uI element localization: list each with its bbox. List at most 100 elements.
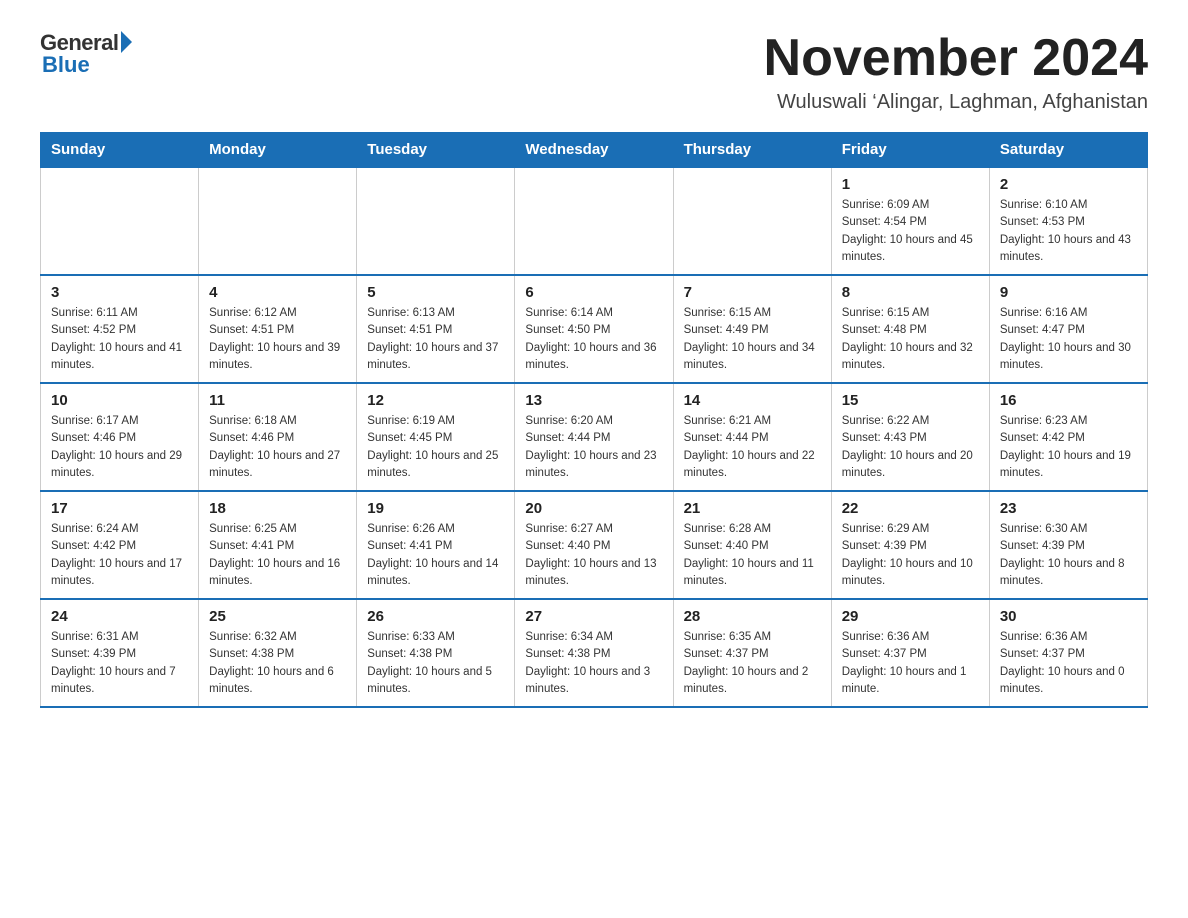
day-number: 27 bbox=[525, 608, 662, 625]
day-number: 29 bbox=[842, 608, 979, 625]
day-detail: Sunrise: 6:11 AM Sunset: 4:52 PM Dayligh… bbox=[51, 305, 188, 374]
day-number: 26 bbox=[367, 608, 504, 625]
column-header-friday: Friday bbox=[831, 133, 989, 168]
calendar-cell: 6 Sunrise: 6:14 AM Sunset: 4:50 PM Daylig… bbox=[515, 275, 673, 383]
day-number: 13 bbox=[525, 392, 662, 409]
calendar-cell: 17 Sunrise: 6:24 AM Sunset: 4:42 PM Dayli… bbox=[41, 491, 199, 599]
calendar-cell: 22 Sunrise: 6:29 AM Sunset: 4:39 PM Dayli… bbox=[831, 491, 989, 599]
calendar-cell bbox=[515, 167, 673, 275]
calendar-cell bbox=[41, 167, 199, 275]
calendar-cell bbox=[673, 167, 831, 275]
day-number: 10 bbox=[51, 392, 188, 409]
day-detail: Sunrise: 6:16 AM Sunset: 4:47 PM Dayligh… bbox=[1000, 305, 1137, 374]
day-number: 20 bbox=[525, 500, 662, 517]
calendar-cell bbox=[357, 167, 515, 275]
day-number: 3 bbox=[51, 284, 188, 301]
day-number: 2 bbox=[1000, 176, 1137, 193]
day-detail: Sunrise: 6:10 AM Sunset: 4:53 PM Dayligh… bbox=[1000, 197, 1137, 266]
day-detail: Sunrise: 6:15 AM Sunset: 4:48 PM Dayligh… bbox=[842, 305, 979, 374]
calendar-cell: 19 Sunrise: 6:26 AM Sunset: 4:41 PM Dayli… bbox=[357, 491, 515, 599]
day-number: 25 bbox=[209, 608, 346, 625]
calendar-title: November 2024 bbox=[764, 30, 1148, 87]
calendar-cell: 28 Sunrise: 6:35 AM Sunset: 4:37 PM Dayli… bbox=[673, 599, 831, 707]
calendar-week-row: 3 Sunrise: 6:11 AM Sunset: 4:52 PM Daylig… bbox=[41, 275, 1148, 383]
column-header-saturday: Saturday bbox=[989, 133, 1147, 168]
calendar-subtitle: Wuluswali ‘Alingar, Laghman, Afghanistan bbox=[764, 91, 1148, 114]
day-number: 4 bbox=[209, 284, 346, 301]
day-detail: Sunrise: 6:28 AM Sunset: 4:40 PM Dayligh… bbox=[684, 521, 821, 590]
calendar-header-row: SundayMondayTuesdayWednesdayThursdayFrid… bbox=[41, 133, 1148, 168]
day-number: 12 bbox=[367, 392, 504, 409]
day-number: 17 bbox=[51, 500, 188, 517]
calendar-week-row: 10 Sunrise: 6:17 AM Sunset: 4:46 PM Dayli… bbox=[41, 383, 1148, 491]
day-detail: Sunrise: 6:27 AM Sunset: 4:40 PM Dayligh… bbox=[525, 521, 662, 590]
day-detail: Sunrise: 6:14 AM Sunset: 4:50 PM Dayligh… bbox=[525, 305, 662, 374]
day-number: 1 bbox=[842, 176, 979, 193]
day-number: 28 bbox=[684, 608, 821, 625]
calendar-cell: 18 Sunrise: 6:25 AM Sunset: 4:41 PM Dayli… bbox=[199, 491, 357, 599]
logo-blue-text: Blue bbox=[42, 52, 90, 78]
day-detail: Sunrise: 6:12 AM Sunset: 4:51 PM Dayligh… bbox=[209, 305, 346, 374]
calendar-cell: 12 Sunrise: 6:19 AM Sunset: 4:45 PM Dayli… bbox=[357, 383, 515, 491]
day-number: 19 bbox=[367, 500, 504, 517]
day-detail: Sunrise: 6:31 AM Sunset: 4:39 PM Dayligh… bbox=[51, 629, 188, 698]
day-detail: Sunrise: 6:36 AM Sunset: 4:37 PM Dayligh… bbox=[842, 629, 979, 698]
day-number: 14 bbox=[684, 392, 821, 409]
day-number: 22 bbox=[842, 500, 979, 517]
calendar-cell: 30 Sunrise: 6:36 AM Sunset: 4:37 PM Dayli… bbox=[989, 599, 1147, 707]
day-detail: Sunrise: 6:29 AM Sunset: 4:39 PM Dayligh… bbox=[842, 521, 979, 590]
day-detail: Sunrise: 6:13 AM Sunset: 4:51 PM Dayligh… bbox=[367, 305, 504, 374]
day-number: 18 bbox=[209, 500, 346, 517]
day-detail: Sunrise: 6:30 AM Sunset: 4:39 PM Dayligh… bbox=[1000, 521, 1137, 590]
day-detail: Sunrise: 6:35 AM Sunset: 4:37 PM Dayligh… bbox=[684, 629, 821, 698]
calendar-cell: 1Sunrise: 6:09 AM Sunset: 4:54 PM Daylig… bbox=[831, 167, 989, 275]
day-detail: Sunrise: 6:34 AM Sunset: 4:38 PM Dayligh… bbox=[525, 629, 662, 698]
calendar-cell: 11 Sunrise: 6:18 AM Sunset: 4:46 PM Dayli… bbox=[199, 383, 357, 491]
calendar-cell: 29 Sunrise: 6:36 AM Sunset: 4:37 PM Dayli… bbox=[831, 599, 989, 707]
day-number: 11 bbox=[209, 392, 346, 409]
day-detail: Sunrise: 6:18 AM Sunset: 4:46 PM Dayligh… bbox=[209, 413, 346, 482]
day-detail: Sunrise: 6:24 AM Sunset: 4:42 PM Dayligh… bbox=[51, 521, 188, 590]
day-number: 5 bbox=[367, 284, 504, 301]
calendar-cell bbox=[199, 167, 357, 275]
day-detail: Sunrise: 6:25 AM Sunset: 4:41 PM Dayligh… bbox=[209, 521, 346, 590]
day-number: 24 bbox=[51, 608, 188, 625]
day-number: 9 bbox=[1000, 284, 1137, 301]
calendar-cell: 8Sunrise: 6:15 AM Sunset: 4:48 PM Daylig… bbox=[831, 275, 989, 383]
day-detail: Sunrise: 6:32 AM Sunset: 4:38 PM Dayligh… bbox=[209, 629, 346, 698]
day-number: 23 bbox=[1000, 500, 1137, 517]
calendar-week-row: 1Sunrise: 6:09 AM Sunset: 4:54 PM Daylig… bbox=[41, 167, 1148, 275]
column-header-sunday: Sunday bbox=[41, 133, 199, 168]
day-number: 30 bbox=[1000, 608, 1137, 625]
calendar-cell: 2 Sunrise: 6:10 AM Sunset: 4:53 PM Daylig… bbox=[989, 167, 1147, 275]
column-header-monday: Monday bbox=[199, 133, 357, 168]
column-header-thursday: Thursday bbox=[673, 133, 831, 168]
calendar-cell: 4 Sunrise: 6:12 AM Sunset: 4:51 PM Daylig… bbox=[199, 275, 357, 383]
day-number: 15 bbox=[842, 392, 979, 409]
calendar-cell: 5 Sunrise: 6:13 AM Sunset: 4:51 PM Daylig… bbox=[357, 275, 515, 383]
day-detail: Sunrise: 6:26 AM Sunset: 4:41 PM Dayligh… bbox=[367, 521, 504, 590]
day-number: 6 bbox=[525, 284, 662, 301]
day-number: 21 bbox=[684, 500, 821, 517]
calendar-week-row: 17 Sunrise: 6:24 AM Sunset: 4:42 PM Dayli… bbox=[41, 491, 1148, 599]
day-detail: Sunrise: 6:36 AM Sunset: 4:37 PM Dayligh… bbox=[1000, 629, 1137, 698]
day-number: 7 bbox=[684, 284, 821, 301]
day-detail: Sunrise: 6:22 AM Sunset: 4:43 PM Dayligh… bbox=[842, 413, 979, 482]
calendar-cell: 16Sunrise: 6:23 AM Sunset: 4:42 PM Dayli… bbox=[989, 383, 1147, 491]
day-detail: Sunrise: 6:15 AM Sunset: 4:49 PM Dayligh… bbox=[684, 305, 821, 374]
calendar-cell: 9 Sunrise: 6:16 AM Sunset: 4:47 PM Daylig… bbox=[989, 275, 1147, 383]
calendar-cell: 21 Sunrise: 6:28 AM Sunset: 4:40 PM Dayli… bbox=[673, 491, 831, 599]
calendar-table: SundayMondayTuesdayWednesdayThursdayFrid… bbox=[40, 132, 1148, 708]
column-header-tuesday: Tuesday bbox=[357, 133, 515, 168]
calendar-cell: 7 Sunrise: 6:15 AM Sunset: 4:49 PM Daylig… bbox=[673, 275, 831, 383]
day-detail: Sunrise: 6:19 AM Sunset: 4:45 PM Dayligh… bbox=[367, 413, 504, 482]
day-detail: Sunrise: 6:21 AM Sunset: 4:44 PM Dayligh… bbox=[684, 413, 821, 482]
calendar-cell: 20 Sunrise: 6:27 AM Sunset: 4:40 PM Dayli… bbox=[515, 491, 673, 599]
column-header-wednesday: Wednesday bbox=[515, 133, 673, 168]
calendar-cell: 3 Sunrise: 6:11 AM Sunset: 4:52 PM Daylig… bbox=[41, 275, 199, 383]
logo-arrow-icon bbox=[121, 31, 132, 53]
day-detail: Sunrise: 6:17 AM Sunset: 4:46 PM Dayligh… bbox=[51, 413, 188, 482]
logo: General Blue bbox=[40, 30, 132, 78]
calendar-cell: 15 Sunrise: 6:22 AM Sunset: 4:43 PM Dayli… bbox=[831, 383, 989, 491]
calendar-cell: 14 Sunrise: 6:21 AM Sunset: 4:44 PM Dayli… bbox=[673, 383, 831, 491]
